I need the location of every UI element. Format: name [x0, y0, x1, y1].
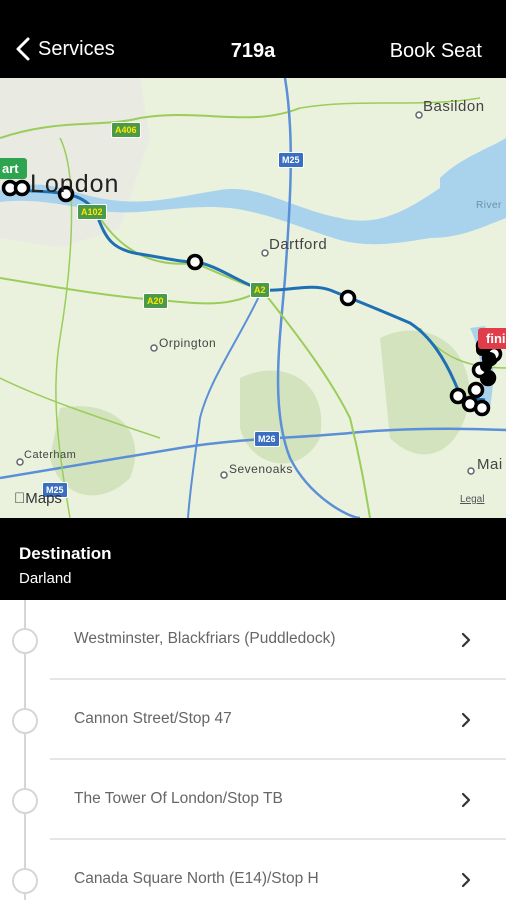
map-label-orpington: Orpington [159, 336, 217, 350]
stop-row[interactable]: Westminster, Blackfriars (Puddledock) [0, 600, 506, 680]
stop-circle-icon [12, 788, 38, 814]
chevron-right-icon [461, 632, 471, 648]
stop-name: Cannon Street/Stop 47 [74, 710, 232, 727]
map-label-caterham: Caterham [24, 449, 77, 461]
route-map[interactable]: London Basildon Dartford Orpington Cater… [0, 78, 506, 518]
stop-circle-icon [12, 628, 38, 654]
finish-tag: fini [478, 328, 506, 349]
road-shield-m25: M25 [278, 152, 304, 168]
chevron-right-icon [461, 712, 471, 728]
map-label-sevenoaks: Sevenoaks [229, 462, 293, 476]
destination-panel: Destination Darland [0, 518, 506, 600]
map-label-basildon: Basildon [423, 98, 485, 115]
legal-link[interactable]: Legal [460, 494, 484, 505]
header-bar: Services 719a Book Seat [0, 0, 506, 78]
road-shield-a406: A406 [111, 122, 141, 138]
road-shield-a102: A102 [77, 204, 107, 220]
chevron-right-icon [461, 792, 471, 808]
stop-row[interactable]: Canada Square North (E14)/Stop H [0, 840, 506, 900]
road-shield-m26: M26 [254, 431, 280, 447]
apple-icon:  [14, 490, 25, 507]
stop-row[interactable]: Cannon Street/Stop 47 [0, 680, 506, 760]
start-tag: art [0, 158, 27, 179]
map-label-london: London [30, 170, 120, 198]
stop-name: Canada Square North (E14)/Stop H [74, 870, 319, 887]
stop-name: The Tower Of London/Stop TB [74, 790, 283, 807]
road-shield-a2: A2 [250, 282, 270, 298]
map-label-maidstone: Mai [477, 456, 503, 473]
map-label-river: River [476, 200, 502, 211]
book-seat-button[interactable]: Book Seat [390, 40, 482, 63]
stop-circle-icon [12, 868, 38, 894]
destination-label: Destination [19, 544, 112, 563]
stop-name: Westminster, Blackfriars (Puddledock) [74, 630, 336, 647]
maps-provider-logo: Maps [14, 490, 62, 507]
destination-value: Darland [19, 570, 72, 587]
stop-list: Westminster, Blackfriars (Puddledock) Ca… [0, 600, 506, 900]
road-shield-a20: A20 [143, 293, 168, 309]
map-label-dartford: Dartford [269, 236, 328, 253]
stop-circle-icon [12, 708, 38, 734]
stop-row[interactable]: The Tower Of London/Stop TB [0, 760, 506, 840]
chevron-right-icon [461, 872, 471, 888]
